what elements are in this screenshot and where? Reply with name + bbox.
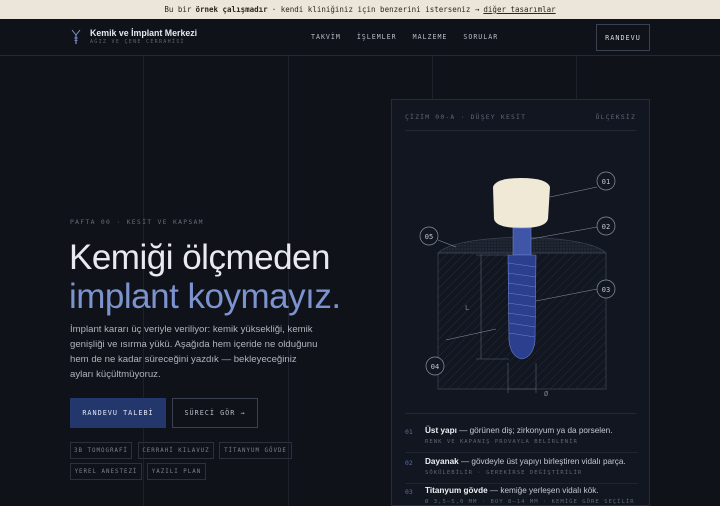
drawing-scale: ÖLÇEKSİZ bbox=[595, 113, 636, 121]
legend-term: Titanyum gövde bbox=[425, 486, 488, 495]
callout-02: 02 bbox=[596, 216, 616, 236]
divider bbox=[405, 483, 638, 484]
svg-text:02: 02 bbox=[602, 223, 610, 231]
drawing-header: ÇİZİM 00-A · DÜŞEY KESİT ÖLÇEKSİZ bbox=[405, 113, 636, 121]
legend-term: Dayanak bbox=[425, 457, 459, 466]
tag-local-anesthesia: YEREL ANESTEZİ bbox=[70, 463, 142, 480]
top-navigation: Kemik ve İmplant Merkezi AĞIZ VE ÇENE CE… bbox=[0, 19, 720, 56]
banner-link[interactable]: diğer tasarımlar bbox=[483, 5, 555, 14]
cross-section-panel: ÇİZİM 00-A · DÜŞEY KESİT ÖLÇEKSİZ L Ø 01… bbox=[391, 99, 650, 506]
brand-title: Kemik ve İmplant Merkezi bbox=[90, 28, 198, 38]
abutment-shape bbox=[512, 227, 532, 256]
legend-description: — kemiğe yerleşen vidalı kök. bbox=[487, 486, 599, 495]
callout-05: 05 bbox=[419, 226, 439, 246]
tag-surgical-guide: CERRAHİ KILAVUZ bbox=[138, 442, 214, 459]
tag-written-plan: YAZILI PLAN bbox=[147, 463, 206, 480]
brand-subtitle: AĞIZ VE ÇENE CERRAHİSİ bbox=[90, 39, 185, 45]
dim-width-label: Ø bbox=[544, 390, 549, 398]
banner-prefix: Bu bir bbox=[164, 5, 192, 14]
divider bbox=[405, 452, 638, 453]
tag-3d-tomography: 3B TOMOGRAFİ bbox=[70, 442, 132, 459]
implant-cross-section-diagram: L Ø 01 02 03 04 05 bbox=[419, 171, 616, 398]
main-menu: TAKVİM İŞLEMLER MALZEME SORULAR bbox=[311, 33, 514, 41]
banner-middle: · kendi kliniğiniz için benzerini isters… bbox=[271, 5, 480, 14]
legend-description: — gövdeyle üst yapıyı birleştiren vidalı… bbox=[458, 457, 626, 466]
legend-number: 02 bbox=[405, 459, 413, 467]
callout-03: 03 bbox=[596, 279, 616, 299]
nav-item-malzeme[interactable]: MALZEME bbox=[413, 33, 448, 41]
legend-note: RENK VE KAPANIŞ PROVAYLA BELİRLENİR bbox=[425, 439, 578, 445]
crown-shape bbox=[493, 178, 550, 228]
callout-01: 01 bbox=[596, 171, 616, 191]
legend-note: SÖKÜLEBİLİR · GEREKİRSE DEĞİŞTİRİLİR bbox=[425, 470, 583, 476]
hero-lead: İmplant kararı üç veriyle veriliyor: kem… bbox=[70, 324, 318, 380]
nav-item-takvim[interactable]: TAKVİM bbox=[311, 33, 341, 41]
nav-item-islemler[interactable]: İŞLEMLER bbox=[357, 33, 397, 41]
tag-titanium-body: TİTANYUM GÖVDE bbox=[219, 442, 292, 459]
legend-term: Üst yapı bbox=[425, 426, 457, 435]
implant-logo-icon[interactable] bbox=[71, 29, 81, 45]
sheet-label: PAFTA 00 · KESİT VE KAPSAM bbox=[70, 218, 204, 226]
hero-title: Kemiği ölçmeden implant koymayız. bbox=[69, 238, 341, 316]
appointment-request-button[interactable]: RANDEVU TALEBİ bbox=[70, 398, 166, 428]
callout-04: 04 bbox=[425, 356, 445, 376]
svg-text:04: 04 bbox=[431, 363, 439, 371]
dim-height-label: L bbox=[465, 304, 469, 312]
appointment-nav-button[interactable]: RANDEVU bbox=[596, 24, 650, 51]
legend-number: 01 bbox=[405, 428, 413, 436]
nav-item-sorular[interactable]: SORULAR bbox=[463, 33, 498, 41]
implant-body bbox=[507, 254, 537, 360]
svg-text:05: 05 bbox=[425, 233, 433, 241]
view-process-button[interactable]: SÜRECİ GÖR → bbox=[172, 398, 258, 428]
hero-title-line1: Kemiği ölçmeden bbox=[69, 238, 330, 277]
hero-title-line2: implant koymayız. bbox=[69, 277, 341, 316]
divider bbox=[405, 413, 636, 414]
brand[interactable]: Kemik ve İmplant Merkezi AĞIZ VE ÇENE CE… bbox=[90, 28, 197, 45]
banner-emphasis: örnek çalışmadır bbox=[195, 5, 268, 14]
svg-text:03: 03 bbox=[602, 286, 610, 294]
legend-description: — görünen diş; zirkonyum ya da porselen. bbox=[456, 426, 613, 435]
svg-text:01: 01 bbox=[602, 178, 610, 186]
legend-number: 03 bbox=[405, 488, 413, 496]
legend-note: Ø 3,5–5,0 MM · BOY 8–14 MM · KEMİĞE GÖRE… bbox=[425, 499, 635, 505]
drawing-title: ÇİZİM 00-A · DÜŞEY KESİT bbox=[405, 113, 527, 121]
demo-banner: Bu bir örnek çalışmadır · kendi kliniğin… bbox=[0, 0, 720, 19]
